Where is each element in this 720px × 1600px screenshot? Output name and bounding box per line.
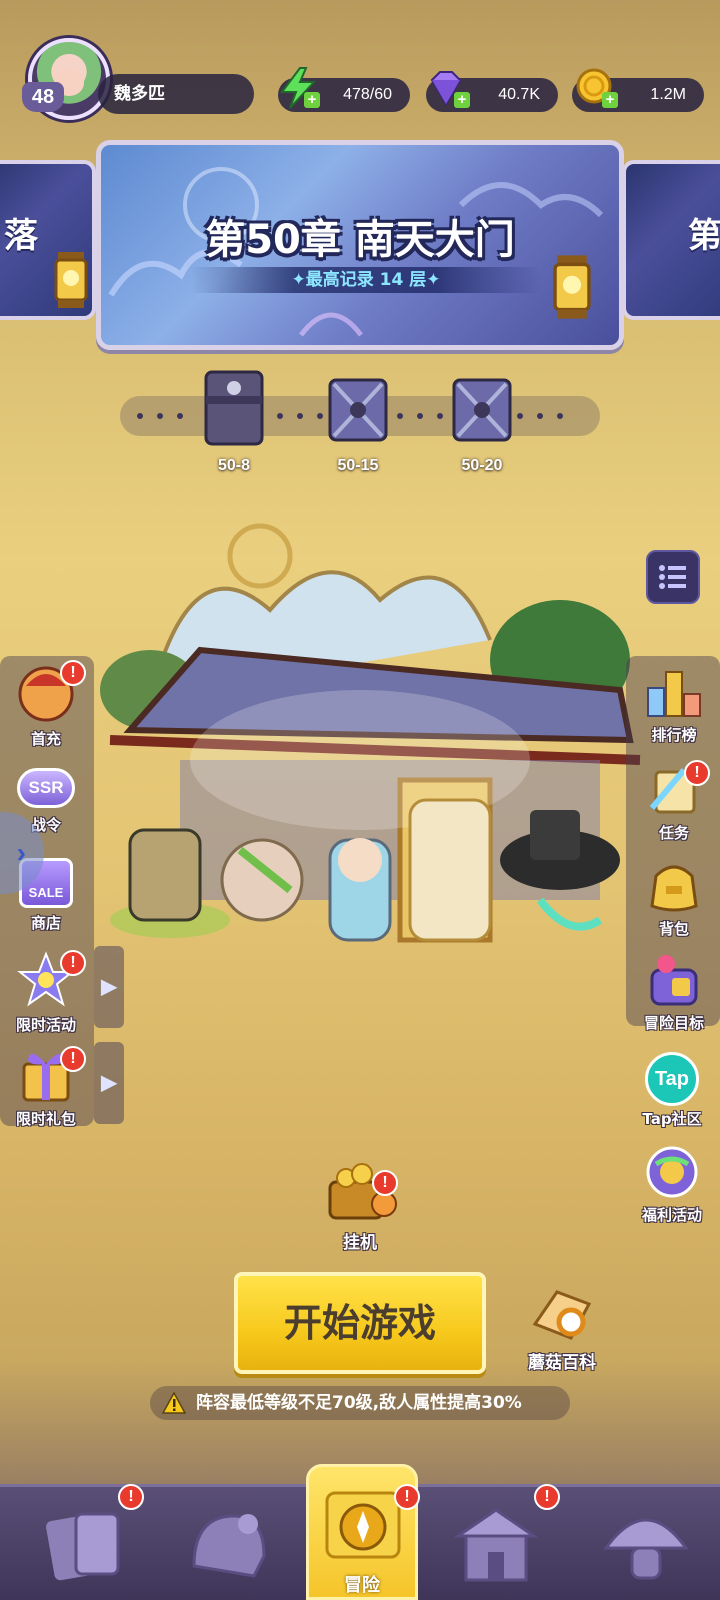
temple-scene	[100, 523, 641, 943]
chapter-banner[interactable]: 第50章 南天大门 ✦最高记录 14 层✦	[96, 140, 624, 350]
add-energy-button[interactable]: +	[304, 92, 320, 108]
lineup-warning: 阵容最低等级不足70级,敌人属性提高30%	[150, 1386, 570, 1420]
chained-chest-icon[interactable]	[450, 376, 514, 446]
welfare-event-label: 福利活动	[641, 1206, 702, 1224]
book-magnifier-icon	[532, 1290, 592, 1340]
alert-badge: !	[534, 1484, 560, 1510]
alert-badge: !	[60, 950, 86, 976]
adventure-goal-label: 冒险目标	[643, 1014, 704, 1032]
nav-temple-tab[interactable]	[446, 1496, 546, 1592]
leaderboard-label: 排行榜	[651, 726, 697, 744]
idle-label: 挂机	[343, 1233, 377, 1253]
list-menu-button[interactable]	[646, 550, 700, 604]
hero-helmet-icon	[192, 1514, 266, 1578]
add-gems-button[interactable]: +	[454, 92, 470, 108]
cards-icon	[46, 1512, 120, 1581]
tap-community-button[interactable]: Tap Tap社区	[626, 1052, 718, 1129]
pin-map-icon	[650, 955, 698, 1006]
ssr-badge: SSR	[17, 768, 75, 808]
compass-map-icon	[325, 1491, 401, 1559]
chained-chest-icon[interactable]	[326, 376, 390, 446]
backpack-button[interactable]: 背包	[628, 858, 720, 939]
temple-icon	[453, 1508, 539, 1582]
alert-badge: !	[394, 1484, 420, 1510]
lantern-icon	[54, 252, 88, 308]
limited-event-label: 限时活动	[15, 1016, 76, 1034]
limited-pack-label: 限时礼包	[15, 1110, 76, 1128]
opened-chest-icon[interactable]	[202, 366, 266, 450]
alert-badge: !	[684, 760, 710, 786]
alert-badge: !	[60, 1046, 86, 1072]
stage-label: 50-8	[217, 457, 251, 474]
nav-cards-tab[interactable]	[36, 1496, 136, 1592]
stage-label: 50-20	[461, 457, 503, 474]
adventure-goal-button[interactable]: 冒险目标	[628, 950, 720, 1033]
gold-value: 1.2M	[650, 86, 686, 103]
warning-text: 阵容最低等级不足70级,敌人属性提高30%	[196, 1393, 522, 1413]
welfare-event-button[interactable]: 福利活动	[626, 1144, 718, 1225]
mushroom-icon	[603, 1518, 689, 1580]
gem-value: 40.7K	[498, 86, 540, 103]
mushroom-encyclopedia-button[interactable]: 蘑菇百科	[512, 1284, 612, 1373]
lantern-icon	[553, 255, 591, 319]
start-game-button[interactable]: 开始游戏	[234, 1272, 486, 1374]
backpack-label: 背包	[658, 920, 689, 938]
add-gold-button[interactable]: +	[602, 92, 618, 108]
shop-label: 商店	[30, 914, 61, 932]
best-record: ✦最高记录 14 层✦	[191, 267, 541, 293]
next-chapter-card[interactable]: 第	[622, 160, 720, 320]
first-recharge-label: 首充	[30, 730, 61, 748]
expand-event-arrow[interactable]: ▶	[94, 946, 124, 1028]
alert-badge: !	[118, 1484, 144, 1510]
task-label: 任务	[658, 824, 689, 842]
alert-badge: !	[60, 660, 86, 686]
energy-value: 478/60	[343, 86, 392, 103]
stage-label: 50-15	[337, 457, 379, 474]
encyclopedia-label: 蘑菇百科	[528, 1353, 596, 1373]
tap-logo: Tap	[645, 1052, 699, 1106]
tap-community-label: Tap社区	[642, 1110, 702, 1128]
list-icon	[659, 565, 686, 589]
nav-adventure-label: 冒险	[344, 1575, 380, 1596]
expand-pack-arrow[interactable]: ▶	[94, 1042, 124, 1124]
nav-mushroom-tab[interactable]	[596, 1496, 696, 1592]
leaderboard-button[interactable]: 排行榜	[628, 664, 720, 745]
warning-icon	[162, 1392, 186, 1414]
next-chapter-title: 第	[688, 216, 720, 256]
backpack-icon	[650, 865, 698, 912]
alert-badge: !	[372, 1170, 398, 1196]
podium-icon	[647, 671, 701, 717]
prev-chapter-title: 落	[4, 216, 38, 256]
nav-heroes-tab[interactable]	[176, 1496, 276, 1592]
welfare-orb-icon	[646, 1146, 698, 1198]
player-level-badge: 48	[22, 82, 64, 112]
player-name: 魏多匹	[98, 74, 254, 114]
chapter-title: 第50章 南天大门	[205, 217, 515, 263]
